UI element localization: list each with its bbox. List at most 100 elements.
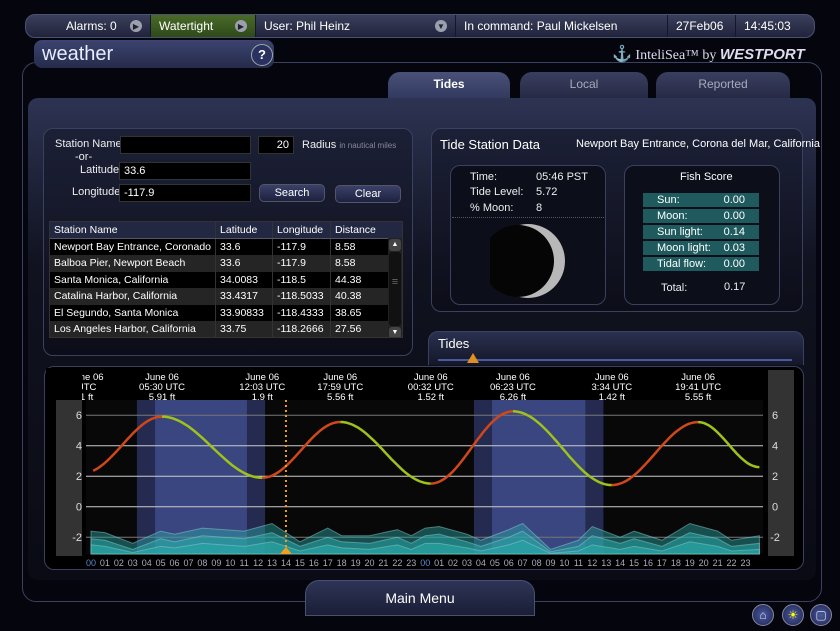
y-tick-label-right: 2 bbox=[772, 471, 778, 483]
scroll-up-icon[interactable]: ▲ bbox=[389, 239, 401, 251]
tide-extreme-label: June 0600:32 UTC1.52 ft bbox=[408, 372, 454, 403]
col-distance[interactable]: Distance bbox=[330, 222, 390, 239]
hour-label: 00 bbox=[86, 558, 96, 568]
station-name-input[interactable] bbox=[120, 136, 251, 154]
help-button[interactable]: ? bbox=[251, 44, 273, 66]
distance-cell: 38.65 bbox=[330, 304, 390, 321]
fish-score-row: Tidal flow: 0.00 bbox=[643, 257, 759, 271]
hour-label: 23 bbox=[740, 558, 750, 568]
chevron-right-icon[interactable]: ▶ bbox=[130, 20, 142, 32]
table-row[interactable]: Catalina Harbor, California 33.4317 -118.5… bbox=[50, 288, 390, 305]
main-menu-button[interactable]: Main Menu bbox=[305, 580, 535, 616]
fish-score-row: Sun: 0.00 bbox=[643, 193, 759, 207]
extreme-height: 5.91 ft bbox=[149, 392, 176, 403]
col-latitude[interactable]: Latitude bbox=[215, 222, 274, 239]
fish-score-label: Moon: bbox=[657, 210, 688, 222]
distance-cell: 8.58 bbox=[330, 255, 390, 272]
table-row[interactable]: El Segundo, Santa Monica 33.90833 -118.433… bbox=[50, 304, 390, 321]
hour-label: 22 bbox=[727, 558, 737, 568]
table-row[interactable]: Santa Monica, California 34.0083 -118.5 44.… bbox=[50, 271, 390, 288]
table-row[interactable]: Balboa Pier, Newport Beach 33.6 -117.9 8.58 bbox=[50, 255, 390, 272]
hour-label: 23 bbox=[406, 558, 416, 568]
scroll-down-icon[interactable]: ▼ bbox=[389, 327, 401, 337]
hour-label: 19 bbox=[351, 558, 361, 568]
chevron-right-icon[interactable]: ▶ bbox=[235, 20, 247, 32]
search-button[interactable]: Search bbox=[259, 184, 325, 202]
table-row[interactable]: Newport Bay Entrance, Coronado 33.6 -117.9… bbox=[50, 238, 390, 255]
total-value: 0.17 bbox=[724, 281, 746, 293]
hour-label: 22 bbox=[392, 558, 402, 568]
hour-label: 08 bbox=[197, 558, 207, 568]
tide-station-name: Newport Bay Entrance, Corona del Mar, Ca… bbox=[576, 138, 820, 150]
scroll-thumb[interactable]: ≡ bbox=[389, 252, 401, 326]
longitude-cell: -117.9 bbox=[272, 238, 332, 255]
hour-label: 10 bbox=[559, 558, 569, 568]
hour-label: 18 bbox=[337, 558, 347, 568]
chevron-down-icon[interactable]: ▼ bbox=[435, 20, 447, 32]
hour-label: 21 bbox=[713, 558, 723, 568]
in-command: In command: Paul Mickelsen bbox=[456, 15, 668, 37]
date-label: 27Feb06 bbox=[676, 19, 724, 33]
col-longitude[interactable]: Longitude bbox=[272, 222, 332, 239]
brightness-icon[interactable]: ☀ bbox=[782, 604, 804, 626]
hour-label: 06 bbox=[170, 558, 180, 568]
extreme-height: 1.9 ft bbox=[252, 392, 273, 403]
alarms[interactable]: Alarms: 0 ▶ bbox=[26, 15, 151, 37]
col-station-name[interactable]: Station Name bbox=[50, 222, 217, 239]
tide-station-title: Tide Station Data bbox=[440, 137, 540, 152]
table-row[interactable]: Los Angeles Harbor, California 33.75 -118.… bbox=[50, 321, 390, 337]
clear-button[interactable]: Clear bbox=[335, 185, 401, 203]
in-command-label: In command: Paul Mickelsen bbox=[464, 19, 618, 33]
total-label: Total: bbox=[661, 282, 688, 294]
tab-reported[interactable]: Reported bbox=[656, 72, 790, 98]
fish-score-label: Sun light: bbox=[657, 226, 703, 238]
hour-label: 02 bbox=[448, 558, 458, 568]
hour-label: 16 bbox=[309, 558, 319, 568]
watertight-status[interactable]: Watertight ▶ bbox=[151, 15, 256, 37]
longitude-cell: -118.2666 bbox=[272, 321, 332, 337]
fish-score-value: 0.03 bbox=[723, 242, 745, 254]
y-tick-label-right: -2 bbox=[770, 532, 780, 544]
tab-local[interactable]: Local bbox=[520, 72, 648, 98]
hour-label: 10 bbox=[225, 558, 235, 568]
tide-extreme-label: June 0606:23 UTC6.26 ft bbox=[490, 372, 536, 403]
scroll-right-handle[interactable] bbox=[768, 370, 794, 556]
fish-score-list: Sun: 0.00 Moon: 0.00 Sun light: 0.14 Moon ligh… bbox=[643, 193, 759, 273]
time-label: Time: bbox=[470, 171, 498, 183]
latitude-input[interactable] bbox=[119, 162, 251, 180]
extreme-height: 1.52 ft bbox=[418, 392, 445, 403]
logo: ⚓ InteliSea™ by WESTPORT bbox=[612, 44, 805, 64]
radius-input[interactable] bbox=[258, 136, 294, 154]
fish-score-label: Tidal flow: bbox=[657, 258, 707, 270]
hour-label: 19 bbox=[685, 558, 695, 568]
clock: 14:45:03 bbox=[736, 15, 799, 37]
alarms-label: Alarms: 0 bbox=[66, 19, 117, 33]
time-slider-handle[interactable] bbox=[467, 353, 479, 363]
user-selector[interactable]: User: Phil Heinz ▼ bbox=[256, 15, 456, 37]
fish-score-title: Fish Score bbox=[680, 171, 733, 183]
hour-label: 04 bbox=[142, 558, 152, 568]
fish-score-value: 0.00 bbox=[723, 210, 745, 222]
distance-cell: 27.56 bbox=[330, 321, 390, 337]
station-name-cell: El Segundo, Santa Monica bbox=[50, 304, 217, 321]
tab-tides[interactable]: Tides bbox=[388, 72, 510, 98]
time-slider-track[interactable] bbox=[438, 359, 792, 361]
status-bar: Alarms: 0 ▶ Watertight ▶ User: Phil Heinz ▼… bbox=[25, 14, 815, 38]
tide-chart: 6 64 42 20 0-2 -2June 06UTC1 ftJune 0605:30 U… bbox=[46, 368, 794, 568]
hour-label: 17 bbox=[657, 558, 667, 568]
watertight-label: Watertight bbox=[159, 19, 214, 33]
tide-extreme-label: June 0605:30 UTC5.91 ft bbox=[139, 372, 185, 403]
latitude-cell: 33.6 bbox=[215, 255, 274, 272]
extreme-height: 6.26 ft bbox=[500, 392, 527, 403]
tide-extreme-label: June 0612:03 UTC1.9 ft bbox=[239, 372, 285, 403]
station-name-cell: Santa Monica, California bbox=[50, 271, 217, 288]
table-scrollbar[interactable]: ▲ ≡ ▼ bbox=[388, 222, 402, 337]
hour-label: 17 bbox=[323, 558, 333, 568]
hour-label: 20 bbox=[699, 558, 709, 568]
station-name-label: Station Name bbox=[55, 138, 122, 150]
window-icon[interactable]: ▢ bbox=[810, 604, 832, 626]
hour-label: 13 bbox=[601, 558, 611, 568]
longitude-input[interactable] bbox=[119, 184, 251, 202]
home-icon[interactable]: ⌂ bbox=[752, 604, 774, 626]
latitude-cell: 33.75 bbox=[215, 321, 274, 337]
